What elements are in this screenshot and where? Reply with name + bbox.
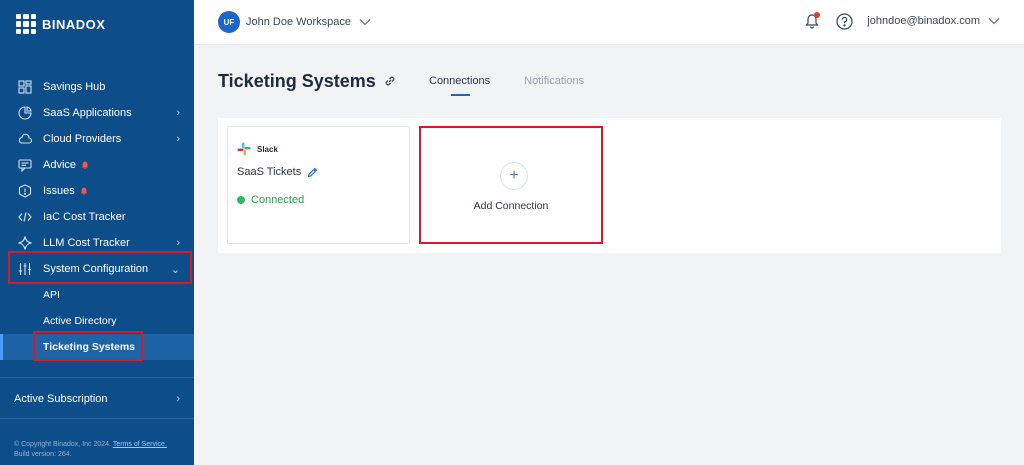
sidebar-item-label: LLM Cost Tracker: [43, 237, 130, 249]
message-icon: [18, 158, 32, 172]
active-subscription-item[interactable]: Active Subscription ›: [0, 386, 194, 412]
topbar-actions: johndoe@binadox.com: [803, 12, 1000, 30]
workspace-name: John Doe Workspace: [246, 16, 351, 28]
active-subscription-label: Active Subscription: [14, 393, 108, 405]
sidebar-divider: [0, 418, 194, 419]
tab-notifications[interactable]: Notifications: [524, 75, 584, 87]
connection-card[interactable]: Slack SaaS Tickets Connected: [227, 126, 410, 244]
slack-icon: [237, 142, 251, 156]
chevron-down-icon: [988, 18, 1000, 25]
chevron-right-icon: ›: [176, 237, 180, 249]
alert-bell-icon: [80, 187, 87, 195]
add-connection-card[interactable]: + Add Connection: [419, 126, 603, 244]
plus-icon: +: [500, 162, 528, 190]
add-connection-label: Add Connection: [473, 200, 549, 212]
sidebar-item-label: Cloud Providers: [43, 133, 122, 145]
sidebar-item-label: SaaS Applications: [43, 107, 132, 119]
terms-of-service-link[interactable]: Terms of Service.: [113, 441, 167, 448]
dashboard-icon: [18, 80, 32, 94]
brand-name: BINADOX: [42, 16, 106, 32]
copyright-text: © Copyright Binadox, Inc 2024.: [14, 441, 111, 448]
connection-status: Connected: [237, 194, 304, 206]
sidebar-subitem-api[interactable]: API: [0, 282, 194, 308]
sidebar: BINADOX Savings Hub SaaS Applications › …: [0, 0, 194, 465]
sidebar-item-label: IaC Cost Tracker: [43, 211, 126, 223]
sidebar-footer: © Copyright Binadox, Inc 2024. Terms of …: [14, 440, 167, 460]
sidebar-divider: [0, 377, 194, 378]
chevron-right-icon: ›: [176, 107, 180, 119]
tab-connections[interactable]: Connections: [429, 75, 490, 96]
code-icon: [18, 210, 32, 224]
status-dot: [237, 196, 245, 204]
page-tabs: Connections Notifications: [429, 75, 584, 96]
sidebar-item-savings-hub[interactable]: Savings Hub: [0, 74, 194, 100]
sidebar-item-label: Advice: [43, 159, 77, 171]
user-menu[interactable]: johndoe@binadox.com: [867, 15, 1000, 27]
logo-icon: [16, 14, 36, 34]
shield-icon: [18, 184, 32, 198]
topbar: UF John Doe Workspace johndoe@binadox.co…: [194, 0, 1024, 45]
build-version: Build version: 264.: [14, 451, 72, 458]
link-icon[interactable]: [383, 74, 397, 88]
connection-brand: Slack: [237, 142, 278, 156]
alert-bell-icon: [81, 161, 89, 169]
help-button[interactable]: [835, 12, 853, 30]
chevron-down-icon: [359, 19, 371, 26]
connection-name-row: SaaS Tickets: [237, 166, 318, 178]
sidebar-nav: Savings Hub SaaS Applications › Cloud Pr…: [0, 74, 194, 360]
sidebar-item-label: Issues: [43, 185, 75, 197]
workspace-avatar: UF: [218, 11, 240, 33]
chevron-right-icon: ›: [176, 393, 180, 405]
sidebar-item-saas-applications[interactable]: SaaS Applications ›: [0, 100, 194, 126]
sidebar-item-label: Savings Hub: [43, 81, 106, 93]
brand-logo[interactable]: BINADOX: [16, 14, 105, 34]
chevron-right-icon: ›: [176, 133, 180, 145]
sidebar-item-cloud-providers[interactable]: Cloud Providers ›: [0, 126, 194, 152]
edit-pencil-icon[interactable]: [307, 167, 318, 178]
sparkle-icon: [18, 236, 32, 250]
workspace-switcher[interactable]: UF John Doe Workspace: [218, 11, 371, 33]
sidebar-item-advice[interactable]: Advice: [0, 152, 194, 178]
pie-chart-icon: [18, 106, 32, 120]
page-title: Ticketing Systems: [218, 71, 376, 91]
connection-status-label: Connected: [251, 194, 305, 206]
connection-brand-name: Slack: [257, 144, 278, 154]
cloud-icon: [18, 132, 32, 146]
help-icon: [836, 12, 853, 30]
notifications-button[interactable]: [803, 12, 821, 30]
sidebar-item-iac-cost-tracker[interactable]: IaC Cost Tracker: [0, 204, 194, 230]
highlight-system-configuration: [8, 251, 192, 284]
user-email: johndoe@binadox.com: [867, 15, 980, 27]
highlight-ticketing-systems: [33, 331, 143, 361]
connection-name: SaaS Tickets: [237, 166, 302, 178]
sidebar-item-issues[interactable]: Issues: [0, 178, 194, 204]
